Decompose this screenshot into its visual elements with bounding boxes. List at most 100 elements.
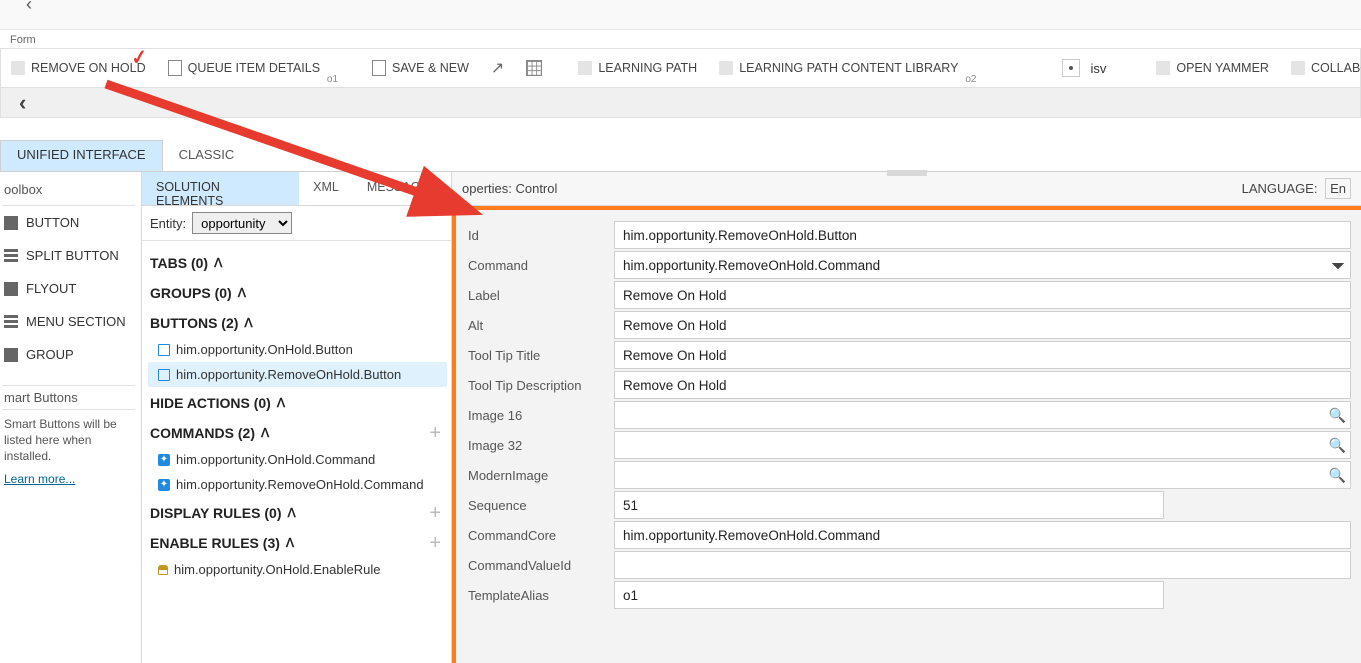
prop-label-tttitle: Tool Tip Title [466,348,614,363]
entity-row: Entity: opportunity [142,206,451,241]
properties-panel: operties: Control LANGUAGE: En Id Comman… [452,172,1361,663]
lookup-search-icon[interactable]: 🔍 [1325,401,1351,429]
ribbon-collaborate[interactable]: COLLABORATE o1 [1287,49,1361,87]
entity-select[interactable]: opportunity [192,212,292,234]
tree-item-button-removeonhold[interactable]: him.opportunity.RemoveOnHold.Button [148,362,447,387]
interface-tabs: UNIFIED INTERFACE CLASSIC [0,140,1361,172]
ribbon-label: COLLABORATE [1311,61,1361,75]
prop-label-img32: Image 32 [466,438,614,453]
tree-section-display-rules[interactable]: DISPLAY RULES (0)ᐱ + [148,497,447,527]
prop-input-id[interactable] [614,221,1351,249]
ribbon-grid-icon[interactable] [522,49,546,87]
tab-classic[interactable]: CLASSIC [163,140,251,171]
language-value[interactable]: En [1325,178,1351,199]
ribbon-label: REMOVE ON HOLD [31,61,146,75]
chevron-up-icon: ᐱ [238,286,246,300]
toolbox-item-label: MENU SECTION [26,314,126,329]
add-icon[interactable]: + [429,532,441,555]
toolbox-item-menu-section[interactable]: MENU SECTION [2,305,135,338]
placeholder-icon[interactable] [1006,59,1024,77]
add-icon[interactable]: + [429,502,441,525]
chevron-up-icon: ᐱ [287,506,295,520]
prop-select-command[interactable]: him.opportunity.RemoveOnHold.Command [614,251,1351,279]
prop-input-modernimg[interactable] [614,461,1335,489]
ribbon-remove-on-hold[interactable]: REMOVE ON HOLD [7,49,150,87]
placeholder-dot-icon[interactable] [1062,59,1080,77]
tree-section-hide-actions[interactable]: HIDE ACTIONS (0)ᐱ [148,387,447,417]
learn-more-link[interactable]: Learn more... [2,472,75,486]
toolbox-item-split-button[interactable]: SPLIT BUTTON [2,239,135,272]
tree-section-buttons[interactable]: BUTTONS (2)ᐱ [148,307,447,337]
ribbon-sublabel: isv [1090,61,1106,76]
chevron-up-icon: ᐱ [244,316,252,330]
prop-input-templatealias[interactable] [614,581,1164,609]
toolbox-item-flyout[interactable]: FLYOUT [2,272,135,305]
properties-body: Id Command him.opportunity.RemoveOnHold.… [452,206,1361,663]
prop-input-img32[interactable] [614,431,1335,459]
placeholder-icon[interactable] [1034,59,1052,77]
ribbon-label: SAVE & NEW [392,61,469,75]
tab-messages[interactable]: MESSAGES [353,172,451,205]
toolbox-item-label: FLYOUT [26,281,76,296]
form-label: Form [0,30,1361,48]
entity-label: Entity: [150,216,186,231]
tab-xml[interactable]: XML [299,172,353,205]
placeholder-icon [719,61,733,75]
ribbon-learning-path-content-library[interactable]: LEARNING PATH CONTENT LIBRARY o2 [715,49,978,87]
chevron-up-icon: ᐱ [286,536,294,550]
chevron-up-icon: ᐱ [261,426,269,440]
tab-solution-elements[interactable]: SOLUTION ELEMENTS [142,172,299,205]
tree-section-enable-rules[interactable]: ENABLE RULES (3)ᐱ + [148,527,447,557]
prop-input-commandvalueid[interactable] [614,551,1351,579]
top-blank-bar: ‹ [0,0,1361,30]
back-chevron-icon[interactable]: ‹ [19,90,26,116]
prop-input-label[interactable] [614,281,1351,309]
ribbon-open-yammer[interactable]: OPEN YAMMER [1152,49,1273,87]
tab-unified-interface[interactable]: UNIFIED INTERFACE [0,140,163,171]
language-block: LANGUAGE: En [1242,181,1351,196]
split-button-icon [4,249,18,263]
command-icon: ✦ [158,454,170,466]
smart-buttons-description: Smart Buttons will be listed here when i… [2,410,135,471]
prop-label-alt: Alt [466,318,614,333]
toolbox-item-button[interactable]: BUTTON [2,206,135,239]
language-label: LANGUAGE: [1242,181,1318,196]
flyout-icon [4,282,18,296]
button-icon [4,216,18,230]
subbar: ‹ [0,88,1361,118]
tree-item-button-onhold[interactable]: him.opportunity.OnHold.Button [148,337,447,362]
ribbon-bar: ✓ REMOVE ON HOLD QUEUE ITEM DETAILS o1 S… [0,48,1361,88]
prop-label-id: Id [466,228,614,243]
prop-label-label: Label [466,288,614,303]
ribbon-label: OPEN YAMMER [1176,61,1269,75]
ribbon-learning-path[interactable]: LEARNING PATH [574,49,701,87]
toolbox-item-label: BUTTON [26,215,79,230]
prop-input-commandcore[interactable] [614,521,1351,549]
prop-input-sequence[interactable] [614,491,1164,519]
tree-item-command-removeonhold[interactable]: ✦ him.opportunity.RemoveOnHold.Command [148,472,447,497]
prop-label-templatealias: TemplateAlias [466,588,614,603]
placeholder-icon [578,61,592,75]
toolbox-item-group[interactable]: GROUP [2,338,135,371]
properties-title: operties: Control [462,181,557,196]
tree-section-groups[interactable]: GROUPS (0)ᐱ [148,277,447,307]
add-icon[interactable]: + [429,422,441,445]
ribbon-sublabel: o1 [327,74,338,85]
chevron-up-icon: ᐱ [214,256,222,270]
ribbon-save-and-new[interactable]: SAVE & NEW [368,49,473,87]
tree-section-tabs[interactable]: TABS (0)ᐱ [148,247,447,277]
chevron-up-icon: ᐱ [277,396,285,410]
lookup-search-icon[interactable]: 🔍 [1325,431,1351,459]
lookup-search-icon[interactable]: 🔍 [1325,461,1351,489]
prop-input-tttitle[interactable] [614,341,1351,369]
ribbon-sublabel: o2 [965,74,976,85]
ribbon-queue-item-details[interactable]: QUEUE ITEM DETAILS o1 [164,49,340,87]
drag-handle-icon[interactable] [887,170,927,176]
prop-input-img16[interactable] [614,401,1335,429]
tree-item-command-onhold[interactable]: ✦ him.opportunity.OnHold.Command [148,447,447,472]
ribbon-share-icon[interactable]: ↗ [487,49,508,87]
tree-item-enable-rule-onhold[interactable]: him.opportunity.OnHold.EnableRule [148,557,447,582]
prop-input-ttdesc[interactable] [614,371,1351,399]
prop-input-alt[interactable] [614,311,1351,339]
tree-section-commands[interactable]: COMMANDS (2)ᐱ + [148,417,447,447]
